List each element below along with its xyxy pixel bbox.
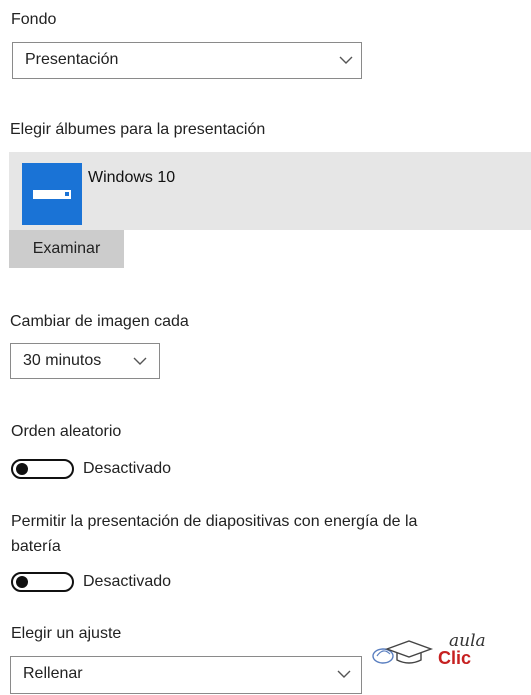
album-name: Windows 10: [88, 169, 176, 186]
toggle-knob: [16, 576, 28, 588]
chevron-down-icon: [133, 357, 147, 365]
fit-select-value: Rellenar: [23, 665, 83, 682]
battery-toggle[interactable]: [11, 572, 74, 592]
interval-label: Cambiar de imagen cada: [10, 313, 189, 330]
background-label: Fondo: [11, 11, 57, 28]
chevron-down-icon: [339, 56, 353, 64]
interval-select-value: 30 minutos: [23, 352, 102, 369]
fit-label: Elegir un ajuste: [11, 625, 122, 642]
shuffle-label: Orden aleatorio: [11, 423, 122, 440]
toggle-knob: [16, 463, 28, 475]
album-icon: [22, 163, 82, 225]
watermark-clic: Clic: [438, 648, 472, 668]
background-select[interactable]: Presentación: [12, 42, 362, 79]
shuffle-state: Desactivado: [83, 460, 172, 477]
battery-state: Desactivado: [83, 573, 172, 590]
album-item-windows10[interactable]: Windows 10: [9, 152, 531, 230]
fit-select[interactable]: Rellenar: [10, 656, 362, 694]
shuffle-toggle[interactable]: [11, 459, 74, 479]
chevron-down-icon: [337, 670, 351, 678]
background-select-value: Presentación: [25, 51, 119, 68]
browse-button[interactable]: Examinar: [9, 230, 124, 268]
interval-select[interactable]: 30 minutos: [10, 343, 160, 379]
albums-label: Elegir álbumes para la presentación: [10, 121, 266, 138]
battery-label-line2: batería: [11, 538, 61, 555]
battery-label-line1: Permitir la presentación de diapositivas…: [11, 513, 418, 530]
